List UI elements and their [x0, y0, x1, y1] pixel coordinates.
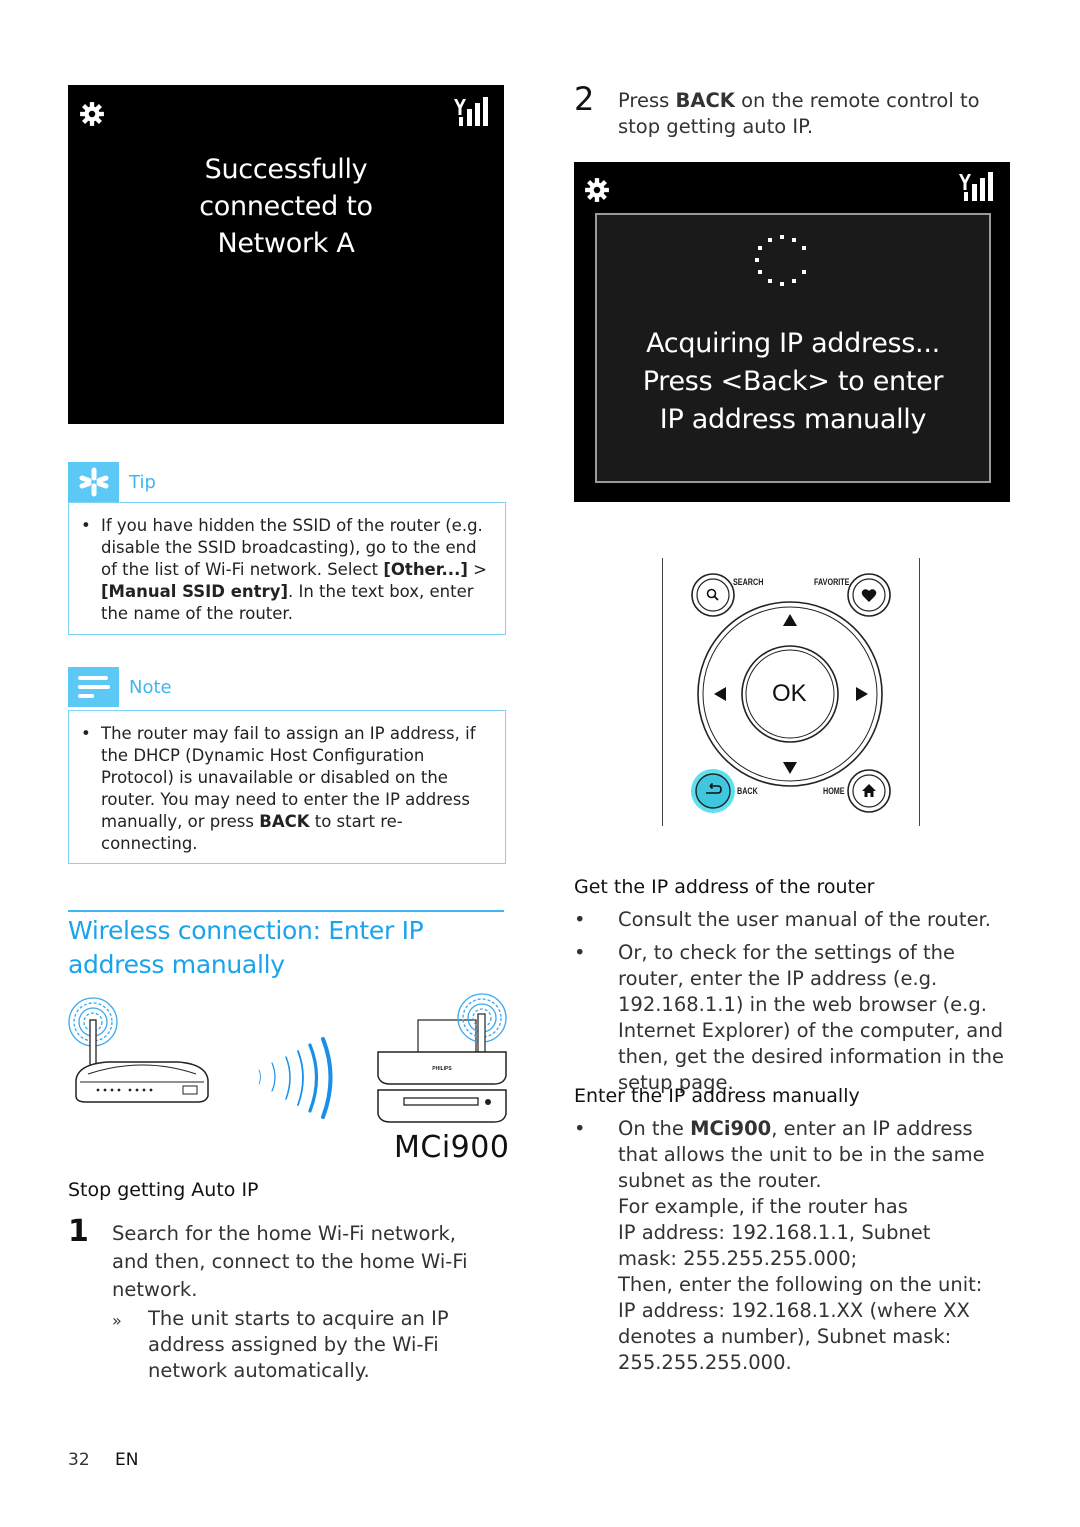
search-label: SEARCH — [733, 577, 764, 587]
result-marker: » — [112, 1311, 122, 1330]
example-line: For example, if the router has — [618, 1195, 908, 1218]
back-button[interactable] — [691, 769, 735, 813]
loading-spinner-icon — [755, 235, 806, 286]
ok-label: OK — [772, 680, 807, 707]
screen-message-line: IP address manually — [659, 404, 927, 435]
asterisk-tip-icon — [68, 462, 119, 502]
list-item: • Or, to check for the settings of the r… — [574, 941, 1005, 1094]
step-number: 2 — [574, 80, 595, 118]
note-box: • The router may fail to assign an IP ad… — [68, 710, 506, 864]
favorite-label: FAVORITE — [814, 577, 850, 587]
home-button[interactable] — [847, 769, 891, 813]
note-item: • The router may fail to assign an IP ad… — [81, 723, 491, 855]
example-line: IP address: 192.168.1.XX (where XX denot… — [618, 1299, 970, 1374]
acquiring-dialog: Acquiring IP address... Press <Back> to … — [595, 213, 991, 483]
device-screen-connected: Successfully connected to Network A — [68, 85, 504, 424]
screen-message-line: Acquiring IP address... — [646, 328, 940, 359]
section-divider — [68, 910, 504, 912]
enter-ip-list: • On the MCi900, enter an IP address tha… — [574, 1116, 1014, 1383]
bullet: • — [81, 724, 91, 743]
home-label: HOME — [823, 786, 845, 796]
list-item: • On the MCi900, enter an IP address tha… — [574, 1116, 1014, 1376]
note-lines-icon — [68, 667, 119, 707]
step-1-text: Search for the home Wi-Fi network, and t… — [112, 1222, 468, 1301]
tip-label: Tip — [129, 471, 156, 493]
list-item: • Consult the user manual of the router. — [574, 908, 991, 931]
tip-text: If you have hidden the SSID of the route… — [101, 516, 487, 623]
section-heading: Wireless connection: Enter IP address ma… — [68, 916, 424, 979]
signal-strength-icon — [454, 97, 488, 126]
gear-icon — [585, 178, 609, 202]
router-illustration — [68, 997, 209, 1103]
language-code: EN — [115, 1450, 139, 1470]
search-button[interactable] — [691, 573, 735, 617]
subheading-stop-auto-ip: Stop getting Auto IP — [68, 1179, 259, 1201]
example-line: Then, enter the following on the unit: — [618, 1273, 983, 1296]
note-text: The router may fail to assign an IP addr… — [101, 724, 476, 853]
gear-icon — [80, 102, 104, 126]
favorite-button[interactable] — [847, 573, 891, 617]
subheading-get-router-ip: Get the IP address of the router — [574, 876, 875, 898]
model-label: MCi900 — [394, 1130, 510, 1165]
step-number: 1 — [68, 1214, 89, 1249]
device-screen-acquiring-ip: Acquiring IP address... Press <Back> to … — [574, 162, 1010, 502]
bullet: • — [574, 1117, 586, 1140]
screen-message-line: Network A — [217, 228, 355, 259]
remote-control-illustration: SEARCH FAVORITE OK BACK HOME — [660, 558, 922, 828]
subheading-enter-ip-manually: Enter the IP address manually — [574, 1085, 860, 1107]
router-ip-list: • Consult the user manual of the router.… — [574, 907, 1014, 1103]
note-header: Note — [68, 667, 172, 707]
step-2-text: Press BACK on the remote control to stop… — [618, 89, 980, 138]
screen-message-line: connected to — [199, 191, 373, 222]
example-line: IP address: 192.168.1.1, Subnet mask: 25… — [618, 1221, 931, 1270]
svg-text:PHILIPS: PHILIPS — [432, 1066, 452, 1072]
bullet: • — [574, 908, 586, 931]
screen-message-line: Press <Back> to enter — [642, 366, 944, 397]
screen-message-line: Successfully — [204, 154, 368, 185]
tip-item: • If you have hidden the SSID of the rou… — [81, 515, 491, 625]
tip-box: • If you have hidden the SSID of the rou… — [68, 502, 506, 635]
note-label: Note — [129, 676, 172, 698]
bullet: • — [81, 516, 91, 535]
page-number: 32 — [68, 1450, 90, 1470]
signal-strength-icon — [959, 172, 993, 201]
bullet: • — [574, 941, 586, 964]
wireless-signal-waves-icon — [258, 1037, 333, 1119]
mci900-device-illustration: PHILIPS — [377, 993, 507, 1123]
tip-header: Tip — [68, 462, 156, 502]
back-label: BACK — [737, 786, 758, 796]
step-1-result: The unit starts to acquire an IP address… — [148, 1307, 449, 1382]
